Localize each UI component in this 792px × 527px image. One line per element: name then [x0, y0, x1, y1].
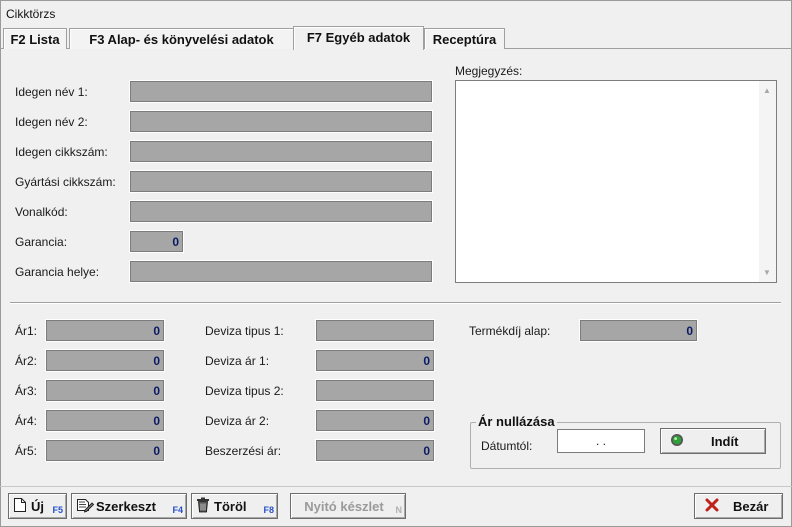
datumtol-label: Dátumtól:: [481, 439, 533, 453]
uj-button[interactable]: Új F5: [8, 493, 67, 519]
green-led-icon: [670, 433, 684, 450]
garancia-helye-label: Garancia helye:: [15, 265, 100, 279]
deviza-ar-2-label: Deviza ár 2:: [205, 414, 270, 428]
new-document-icon: [13, 497, 27, 516]
szerkeszt-label: Szerkeszt: [96, 498, 156, 514]
ar-nullazasa-title: Ár nullázása: [476, 414, 557, 429]
bezar-label: Bezár: [733, 498, 769, 514]
ar5-field[interactable]: 0: [46, 440, 164, 461]
ar1-label: Ár1:: [15, 324, 38, 338]
szerkeszt-button[interactable]: Szerkeszt F4: [71, 493, 187, 519]
ar2-field[interactable]: 0: [46, 350, 164, 371]
memo-scrollbar[interactable]: ▲ ▼: [759, 81, 776, 282]
idegen-cikkszam-field[interactable]: [130, 141, 432, 162]
uj-shortcut: F5: [52, 505, 63, 515]
tab-bar: F2 Lista F3 Alap- és könyvelési adatok F…: [3, 26, 508, 50]
deviza-ar-1-field[interactable]: 0: [316, 350, 434, 371]
tab-egyeb-adatok[interactable]: F7 Egyéb adatok: [293, 26, 424, 50]
deviza-tipus-2-field[interactable]: [316, 380, 434, 401]
bezar-button[interactable]: Bezár: [694, 493, 783, 519]
idegen-nev-1-label: Idegen név 1:: [15, 85, 88, 99]
idegen-nev-2-label: Idegen név 2:: [15, 115, 88, 129]
deviza-ar-2-field[interactable]: 0: [316, 410, 434, 431]
scroll-up-icon[interactable]: ▲: [763, 86, 771, 95]
deviza-ar-1-label: Deviza ár 1:: [205, 354, 270, 368]
vonalkod-field[interactable]: [130, 201, 432, 222]
ar3-label: Ár3:: [15, 384, 38, 398]
torol-shortcut: F8: [263, 505, 274, 515]
ar3-field[interactable]: 0: [46, 380, 164, 401]
deviza-tipus-1-field[interactable]: [316, 320, 434, 341]
indit-button[interactable]: Indít: [660, 428, 766, 454]
gyartasi-cikkszam-label: Gyártási cikkszám:: [15, 175, 116, 189]
idegen-nev-2-field[interactable]: [130, 111, 432, 132]
deviza-tipus-2-label: Deviza tipus 2:: [205, 384, 284, 398]
idegen-cikkszam-label: Idegen cikkszám:: [15, 145, 108, 159]
ar4-label: Ár4:: [15, 414, 38, 428]
beszerzesi-ar-field[interactable]: 0: [316, 440, 434, 461]
szerkeszt-shortcut: F4: [172, 505, 183, 515]
termekdij-alap-label: Termékdíj alap:: [469, 324, 551, 338]
megjegyzes-label: Megjegyzés:: [455, 64, 523, 78]
torol-label: Töröl: [214, 498, 247, 514]
ar4-field[interactable]: 0: [46, 410, 164, 431]
beszerzesi-ar-label: Beszerzési ár:: [205, 444, 282, 458]
ar1-field[interactable]: 0: [46, 320, 164, 341]
edit-document-icon: [76, 497, 95, 516]
garancia-helye-field[interactable]: [130, 261, 432, 282]
vonalkod-label: Vonalkód:: [15, 205, 68, 219]
tab-alap-konyvelesi[interactable]: F3 Alap- és könyvelési adatok: [69, 28, 294, 49]
nyito-keszlet-button[interactable]: Nyitó készlet N: [290, 493, 406, 519]
nyito-keszlet-shortcut: N: [395, 505, 403, 515]
deviza-tipus-1-label: Deviza tipus 1:: [205, 324, 284, 338]
window-title: Cikktörzs: [6, 7, 56, 21]
tab-receptura[interactable]: Receptúra: [424, 28, 505, 49]
red-x-icon: [705, 498, 719, 515]
datumtol-field[interactable]: . .: [557, 429, 645, 453]
megjegyzes-textarea[interactable]: ▲ ▼: [455, 80, 777, 283]
garancia-label: Garancia:: [15, 235, 68, 249]
trash-icon: [196, 497, 210, 516]
ar5-label: Ár5:: [15, 444, 38, 458]
torol-button[interactable]: Töröl F8: [191, 493, 278, 519]
section-divider: [10, 302, 781, 304]
uj-label: Új: [31, 498, 44, 514]
nyito-keszlet-label: Nyitó készlet: [304, 498, 384, 514]
tab-lista[interactable]: F2 Lista: [3, 28, 67, 49]
gyartasi-cikkszam-field[interactable]: [130, 171, 432, 192]
indit-label: Indít: [711, 433, 739, 449]
toolbar-separator: [0, 486, 792, 487]
garancia-field[interactable]: 0: [130, 231, 183, 252]
scroll-down-icon[interactable]: ▼: [763, 268, 771, 277]
idegen-nev-1-field[interactable]: [130, 81, 432, 102]
ar2-label: Ár2:: [15, 354, 38, 368]
termekdij-alap-field[interactable]: 0: [580, 320, 697, 341]
